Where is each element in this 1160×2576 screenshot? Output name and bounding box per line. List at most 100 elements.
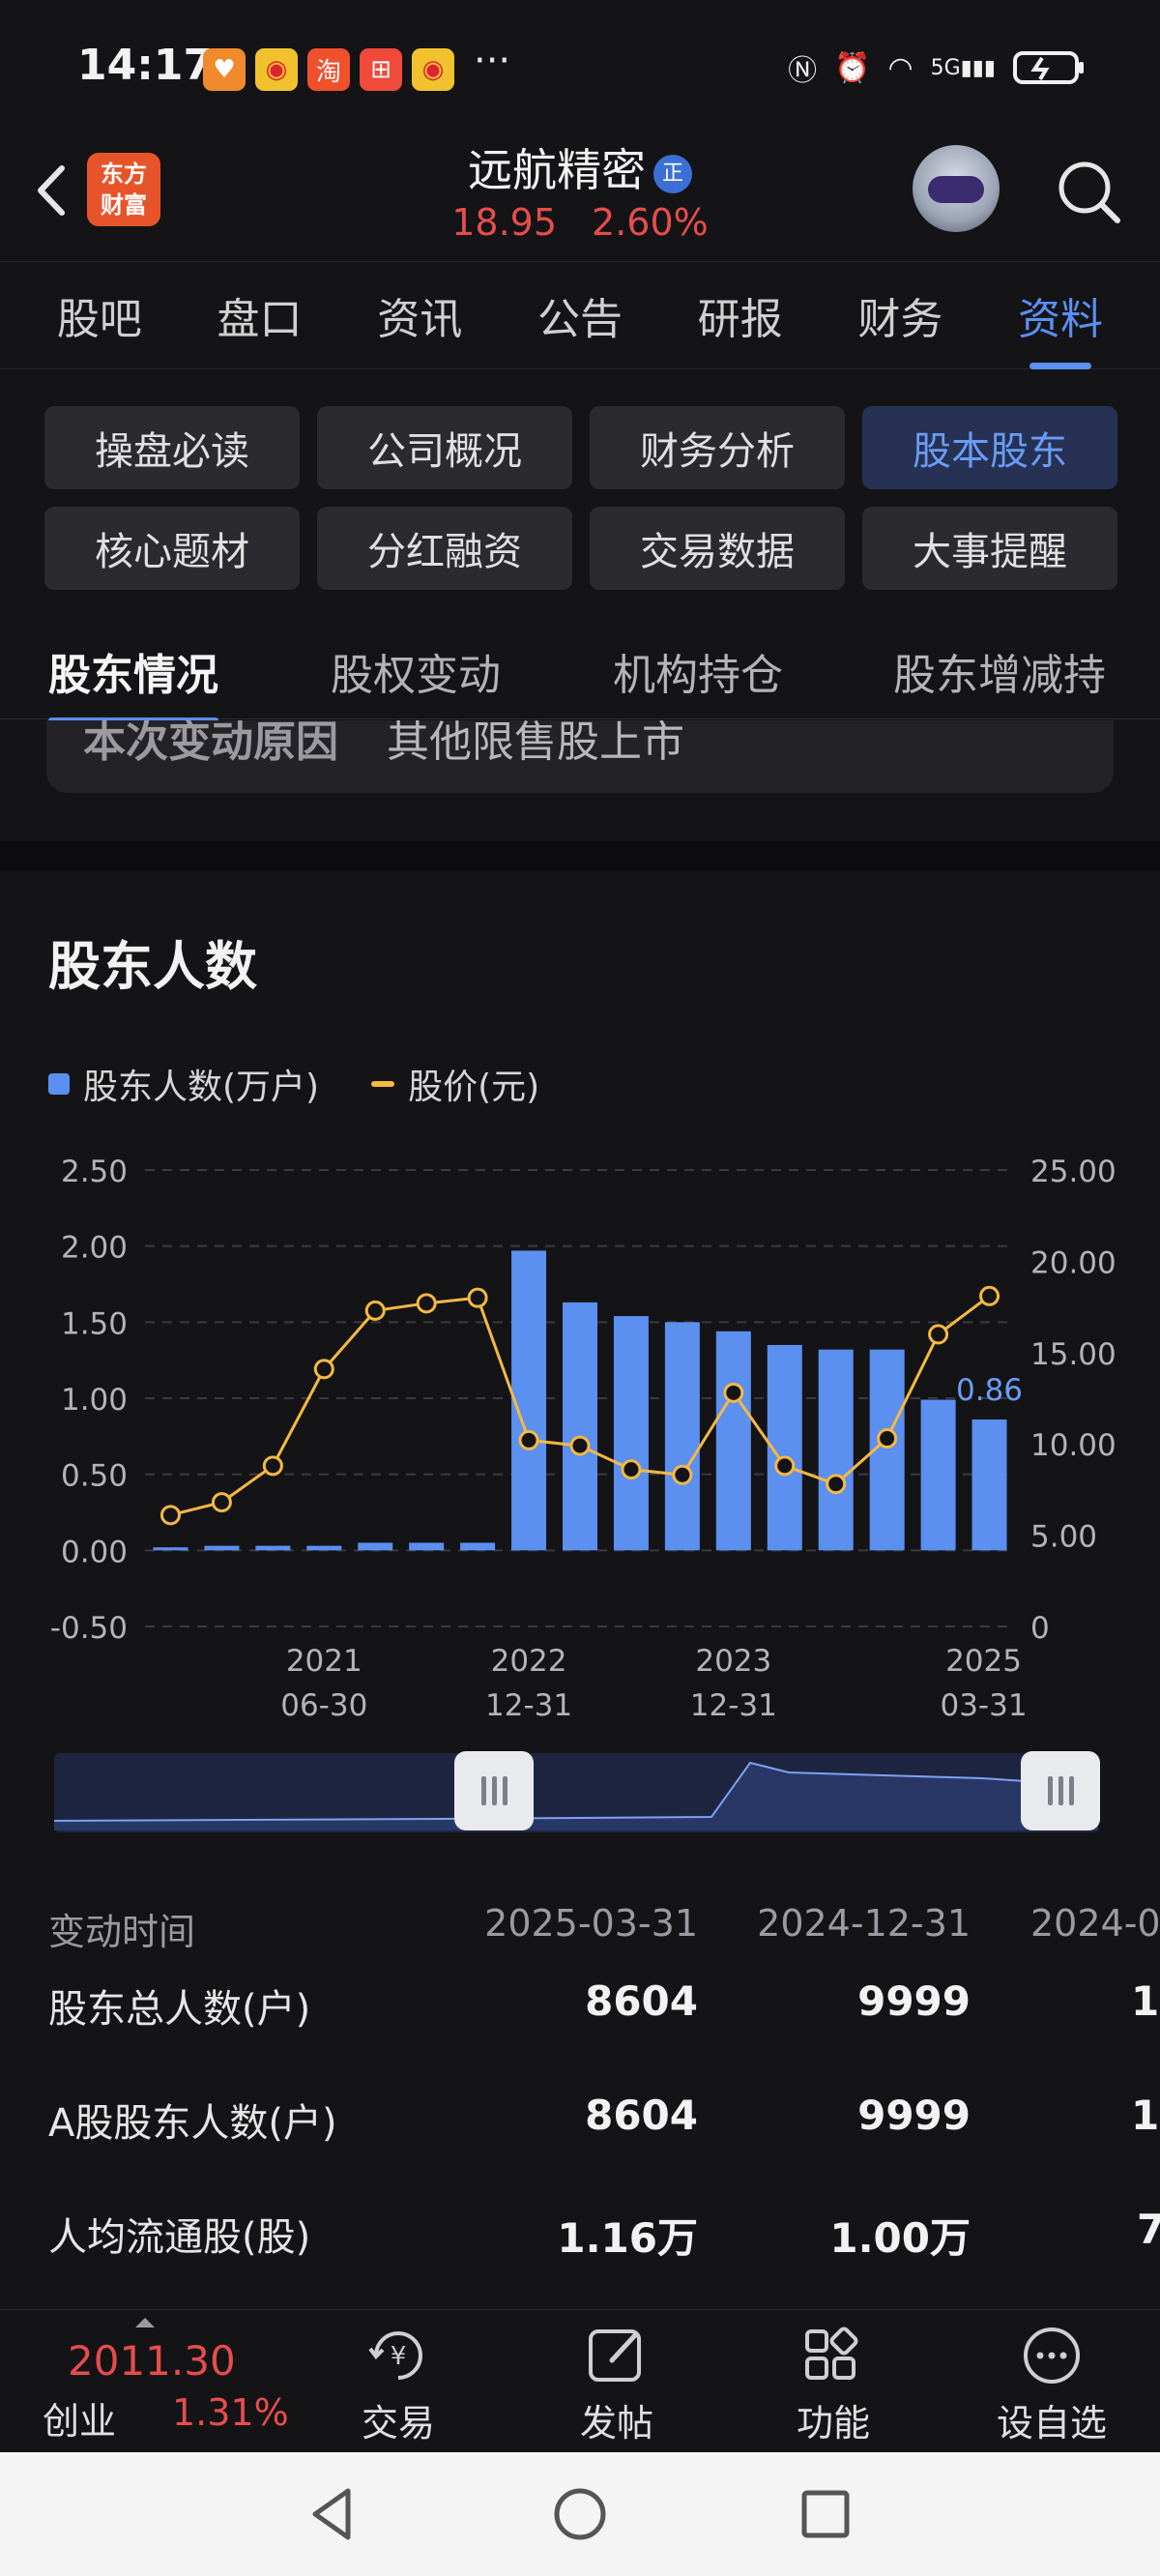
app-screen: 14:17 ♥ ◉ 淘 ⊞ ◉ ··· Ⓝ ⏰ ◠ 5G▮▮▮ 东方 财富 远航… [0, 0, 1160, 2576]
slider-preview-area [53, 1761, 1099, 1830]
main-tabs: 股吧 盘口 资讯 公告 研报 财务 资料 [0, 261, 1160, 369]
assistant-robot-icon[interactable] [913, 145, 1000, 232]
y-left-tick-label: -0.50 [50, 1611, 128, 1646]
price-point [723, 1382, 744, 1403]
trade-button[interactable]: ¥ 交易 [331, 2324, 466, 2446]
subtab-holding-changes[interactable]: 股东增减持 [893, 640, 1106, 702]
nav-back-icon[interactable] [302, 2483, 363, 2545]
category-button-shareholders[interactable]: 股本股东 [862, 406, 1117, 489]
category-button-dividends[interactable]: 分红融资 [317, 507, 572, 590]
category-button-events[interactable]: 大事提醒 [862, 507, 1117, 590]
x-tick-date: 12-31 [485, 1688, 572, 1723]
table-row: A股股东人数(户) 8604 9999 1.3 [0, 2092, 1160, 2169]
price-point [928, 1324, 949, 1345]
add-watchlist-label: 设自选 [996, 2402, 1107, 2444]
notification-app-icon: ♥ [203, 48, 246, 91]
tab-news[interactable]: 资讯 [377, 284, 462, 346]
trade-icon: ¥ [368, 2331, 422, 2380]
section-divider [0, 841, 1160, 870]
price-point [364, 1300, 386, 1321]
chart-legend: 股东人数(万户) 股价(元) [48, 1059, 539, 1109]
x-tick-year: 2025 [945, 1644, 1022, 1679]
weibo-icon: ◉ [255, 48, 298, 91]
y-right-tick-label: 0 [1030, 1611, 1050, 1646]
index-change-pct[interactable]: 1.31% [172, 2391, 289, 2434]
chart-bar [715, 1331, 751, 1551]
y-right-tick-label: 15.00 [1030, 1337, 1116, 1372]
price-point [621, 1459, 642, 1480]
add-watchlist-button[interactable]: 设自选 [984, 2324, 1119, 2446]
weibo-icon: ◉ [412, 48, 454, 91]
section-title: 股东人数 [48, 936, 257, 997]
index-value[interactable]: 2011.30 [68, 2337, 236, 2385]
compose-button[interactable]: 发帖 [549, 2324, 684, 2446]
chart-bar [204, 1545, 240, 1551]
profile-category-grid: 操盘必读 公司概况 财务分析 股本股东 核心题材 分红融资 交易数据 大事提醒 [44, 406, 1117, 590]
change-reason-value: 其他限售股上市 [387, 720, 684, 767]
x-tick-year: 2023 [695, 1644, 771, 1679]
price-point [877, 1428, 898, 1449]
table-cell: 1.16万 [557, 2214, 698, 2262]
search-icon[interactable] [1054, 157, 1123, 226]
compose-icon [589, 2329, 641, 2382]
legend-line-label[interactable]: 股价(元) [408, 1059, 539, 1109]
taobao-icon: 淘 [307, 48, 350, 91]
chart-bar [358, 1542, 393, 1551]
chart-bar [920, 1399, 956, 1551]
price-point [826, 1474, 847, 1495]
nav-recents-icon[interactable] [795, 2483, 856, 2545]
legend-bar-swatch [48, 1073, 70, 1095]
status-time: 14:17 [77, 41, 214, 90]
shareholder-subtabs: 股东情况 股权变动 机构持仓 股东增减持 [0, 619, 1160, 723]
index-name[interactable]: 创业 [43, 2391, 116, 2444]
table-row: 股东总人数(户) 8604 9999 1.3 [0, 1977, 1160, 2055]
price-point [211, 1492, 232, 1513]
legend-bar-label[interactable]: 股东人数(万户) [83, 1059, 319, 1109]
y-left-tick-label: 1.50 [61, 1306, 128, 1341]
shareholder-chart[interactable]: 2.50 2.00 1.50 1.00 0.50 0.00 -0.50 25.00 20.00 1… [0, 1131, 1160, 1731]
expand-caret-icon[interactable] [135, 2318, 155, 2327]
chart-bar [972, 1420, 1007, 1551]
price-point [416, 1293, 437, 1314]
tab-profile[interactable]: 资料 [1018, 284, 1103, 369]
alarm-icon: ⏰ [834, 50, 871, 85]
tab-announcements[interactable]: 公告 [537, 284, 623, 346]
price-point [569, 1435, 591, 1456]
range-slider-track[interactable] [53, 1753, 1099, 1832]
category-button-trading-guide[interactable]: 操盘必读 [44, 406, 300, 489]
category-button-company-overview[interactable]: 公司概况 [317, 406, 572, 489]
category-button-financial-analysis[interactable]: 财务分析 [590, 406, 845, 489]
shop-icon: ⊞ [360, 48, 402, 91]
subtab-equity-changes[interactable]: 股权变动 [331, 640, 501, 702]
chart-bar [460, 1542, 496, 1551]
tab-finance[interactable]: 财务 [857, 284, 942, 346]
table-row-label: 人均流通股(股) [48, 2215, 311, 2260]
tab-pankou[interactable]: 盘口 [218, 284, 303, 346]
table-header-label: 变动时间 [48, 1911, 196, 1953]
y-left-tick-label: 2.00 [61, 1231, 128, 1266]
price-point [518, 1429, 539, 1450]
subtab-shareholder-info[interactable]: 股东情况 [48, 640, 218, 723]
range-slider-right-handle[interactable] [1021, 1751, 1100, 1830]
chart-bar [613, 1316, 649, 1551]
tab-research[interactable]: 研报 [698, 284, 783, 346]
subtab-institutional-holdings[interactable]: 机构持仓 [613, 640, 783, 702]
status-bar: 14:17 ♥ ◉ 淘 ⊞ ◉ ··· Ⓝ ⏰ ◠ 5G▮▮▮ [0, 0, 1160, 135]
table-header-date: 2024-12-31 [757, 1902, 971, 1945]
legend-line-swatch [371, 1081, 395, 1087]
apps-button[interactable]: 功能 [766, 2324, 901, 2446]
price-point [160, 1505, 181, 1526]
category-button-trading-data[interactable]: 交易数据 [590, 507, 845, 590]
category-button-core-themes[interactable]: 核心题材 [44, 507, 300, 590]
nav-home-icon[interactable] [549, 2483, 611, 2545]
table-header-row: 变动时间 2025-03-31 2024-12-31 2024-0 [0, 1890, 1160, 1968]
notification-icons: ♥ ◉ 淘 ⊞ ◉ [203, 48, 454, 91]
battery-icon [1013, 51, 1084, 84]
trade-label: 交易 [361, 2402, 435, 2444]
tab-guba[interactable]: 股吧 [57, 284, 142, 346]
x-tick-year: 2021 [286, 1644, 362, 1679]
range-slider-left-handle[interactable] [454, 1751, 534, 1830]
y-left-tick-label: 2.50 [61, 1155, 128, 1189]
table-cell: 7 [1137, 2206, 1160, 2253]
apps-icon [805, 2327, 858, 2380]
